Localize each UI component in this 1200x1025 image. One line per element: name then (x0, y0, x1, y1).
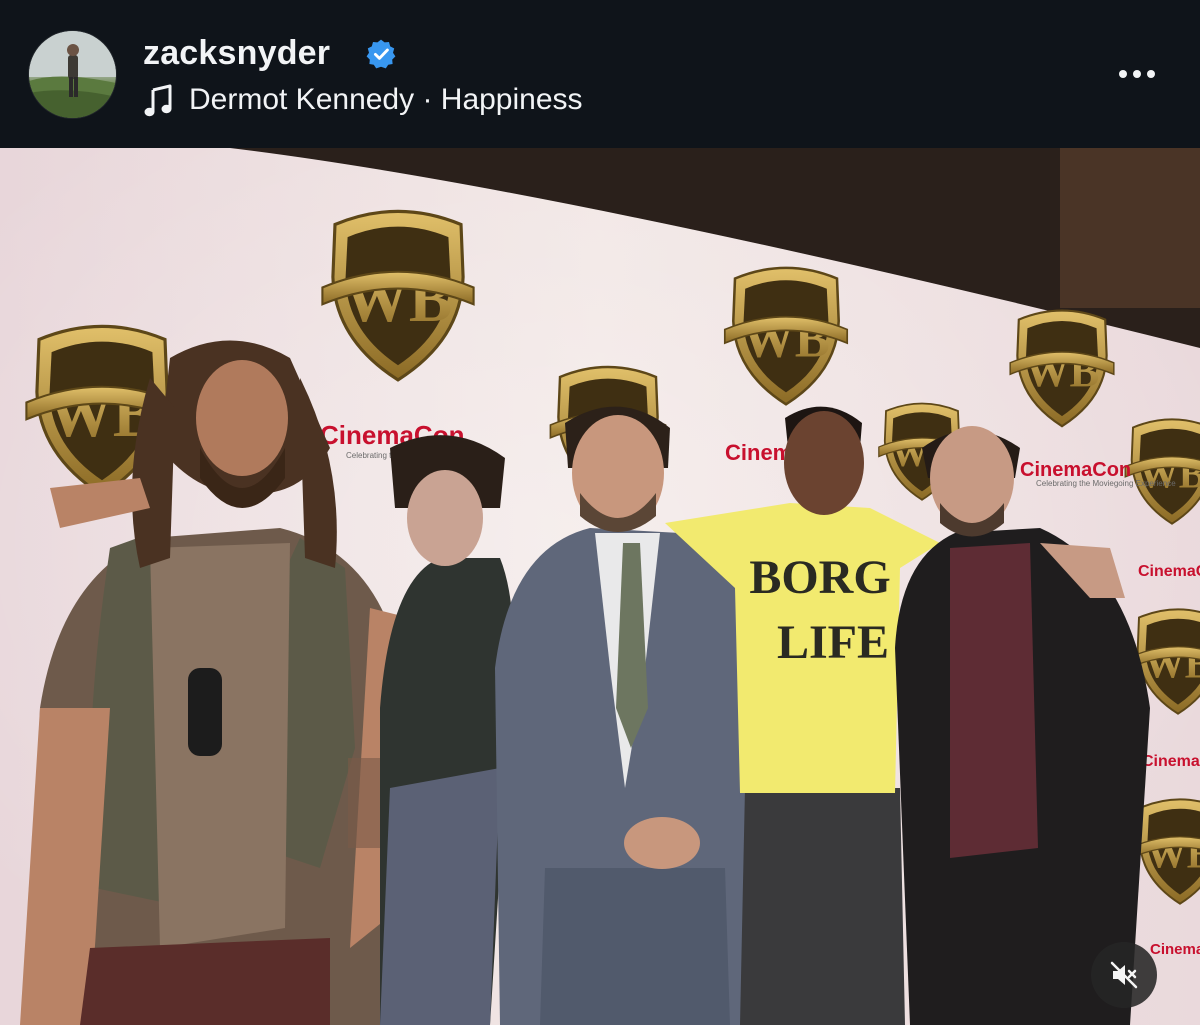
post-photo: WB CinemaCon CinemaCon CinemaCon CinemaC… (0, 148, 1200, 1025)
username[interactable]: zacksnyder (143, 34, 330, 73)
cinemacon-logo: CinemaCon (1138, 563, 1200, 580)
cinemacon-logo: CinemaCon (1150, 941, 1200, 958)
post-header: zacksnyder Dermot Kennedy · Happiness (0, 0, 1200, 148)
more-options-button[interactable] (1108, 57, 1166, 91)
more-options-icon-dot (1147, 70, 1155, 78)
cinemacon-logo: CinemaCon (1020, 459, 1131, 481)
verified-badge-icon (366, 39, 396, 69)
post-media[interactable]: WB CinemaCon CinemaCon CinemaCon CinemaC… (0, 148, 1200, 1025)
cinemacon-logo: CinemaCon (1142, 753, 1200, 770)
cinemacon-tagline: Celebrating the Moviegoing Experience (1036, 479, 1176, 488)
more-options-icon-dot (1119, 70, 1127, 78)
more-options-icon-dot (1133, 70, 1141, 78)
profile-avatar[interactable] (29, 31, 116, 118)
music-track-label[interactable]: Dermot Kennedy · Happiness (189, 83, 583, 117)
music-note-icon (144, 84, 172, 117)
shirt-text-line1: BORG (749, 551, 890, 604)
speaker-muted-icon (1110, 961, 1138, 989)
mute-toggle-button[interactable] (1091, 942, 1157, 1008)
shirt-text-line2: LIFE (777, 616, 889, 669)
avatar-image (29, 31, 116, 118)
